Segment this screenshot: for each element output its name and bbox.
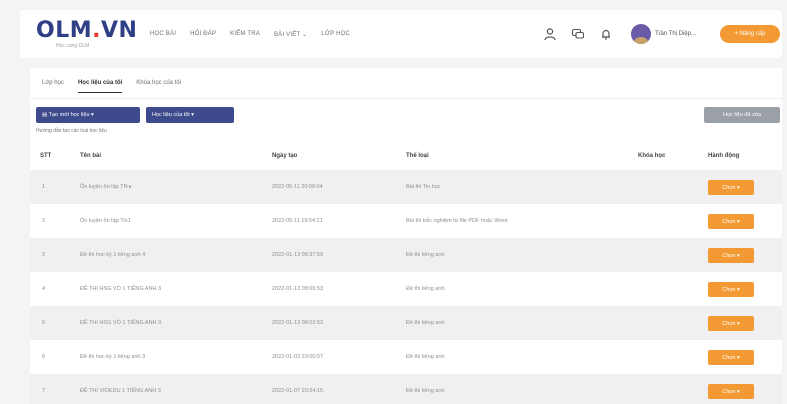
row-action-button[interactable]: Chọn ▾ (708, 350, 754, 365)
cell-stt: 3 (42, 252, 46, 258)
table-row[interactable]: 7 ĐỀ THI VIOEDU 1 TIẾNG ANH 3 2022-01-07… (30, 374, 782, 404)
col-stt: STT (40, 153, 52, 159)
user-name[interactable]: Trần Thị Diệp... (655, 31, 696, 37)
row-action-button[interactable]: Chọn ▾ (708, 384, 754, 399)
cell-stt: 5 (42, 320, 46, 326)
cell-type: Đề thi tiếng anh (406, 354, 445, 360)
tab-hoc-lieu-cua-toi[interactable]: Học liệu của tôi (77, 80, 123, 93)
nav-hoi-dap[interactable]: HỎI ĐÁP (190, 31, 216, 38)
chat-icon[interactable] (571, 27, 585, 41)
olm-logo[interactable]: OLM.VN Học cùng OLM (36, 18, 138, 50)
table-row[interactable]: 5 ĐỀ THI HSG VÒ 1 TIẾNG ANH 3 2022-01-13… (30, 306, 782, 340)
cell-name[interactable]: Ôn luyện ôn tập Tin1 (80, 218, 131, 224)
nav-lop-hoc[interactable]: LỚP HỌC (321, 31, 350, 38)
main-nav: HỌC BÀI HỎI ĐÁP KIỂM TRA BÀI VIẾT ⌄ LỚP … (150, 31, 350, 38)
row-action-button[interactable]: Chọn ▾ (708, 316, 754, 331)
cell-stt: 1 (42, 184, 46, 190)
cell-date: 2022-01-13 08:02:53 (272, 320, 324, 326)
cell-name[interactable]: ĐỀ THI HSG VÒ 1 TIẾNG ANH 3 (80, 320, 161, 326)
cell-stt: 6 (42, 354, 46, 360)
logo-text-dot: . (92, 18, 101, 43)
top-header: OLM.VN Học cùng OLM HỌC BÀI HỎI ĐÁP KIỂM… (20, 10, 782, 58)
cell-date: 2022-01-03 23:00:57 (272, 354, 324, 360)
bell-icon[interactable] (599, 27, 613, 41)
nav-kiem-tra[interactable]: KIỂM TRA (230, 31, 260, 38)
cell-stt: 2 (42, 218, 46, 224)
col-ngay-tao: Ngày tạo (272, 153, 298, 159)
table-row[interactable]: 1 Ôn luyện ôn tập TN ▸ 2022-05-11 20:08:… (30, 170, 782, 204)
row-action-button[interactable]: Chọn ▾ (708, 180, 754, 195)
cell-name[interactable]: Ôn luyện ôn tập TN ▸ (80, 184, 132, 190)
material-filter-button[interactable]: Học liệu của tôi ▾ (146, 107, 234, 123)
table-header: STT Tên bài Ngày tạo Thể loại Khóa học H… (30, 148, 782, 164)
table-row[interactable]: 3 Đề thi học kỳ 1 tiếng anh 4 2022-01-13… (30, 238, 782, 272)
upgrade-button[interactable]: + Nâng cấp (720, 25, 780, 43)
tab-bar: Lớp học Học liệu của tôi Khóa học của tô… (42, 80, 181, 93)
cell-type: Đề thi tiếng anh (406, 320, 445, 326)
col-khoa-hoc: Khóa học (638, 153, 666, 159)
cell-type: Đề thi tiếng anh (406, 388, 445, 394)
create-material-button[interactable]: ▤ Tạo mới học liệu ▾ (36, 107, 140, 123)
cell-name[interactable]: Đề thi học kỳ 1 tiếng anh 4 (80, 252, 145, 258)
nav-bai-viet[interactable]: BÀI VIẾT ⌄ (274, 31, 307, 38)
col-hanh-dong: Hành động (708, 153, 740, 159)
cell-name[interactable]: ĐỀ THI VIOEDU 1 TIẾNG ANH 3 (80, 388, 161, 394)
cell-date: 2022-01-07 20:24:15 (272, 388, 324, 394)
user-avatar[interactable] (631, 24, 651, 44)
table-row[interactable]: 4 ĐỀ THI HSG VÒ 1 TIẾNG ANH 3 2022-01-13… (30, 272, 782, 306)
deleted-materials-button[interactable]: Học liệu đã xóa (704, 107, 780, 123)
cell-stt: 4 (42, 286, 46, 292)
page: OLM.VN Học cùng OLM HỌC BÀI HỎI ĐÁP KIỂM… (0, 0, 787, 404)
logo-text-vn: VN (100, 18, 138, 43)
tab-lop-hoc[interactable]: Lớp học (42, 80, 64, 93)
col-ten-bai: Tên bài (80, 153, 102, 159)
user-icon[interactable] (543, 27, 557, 41)
content-card: Lớp học Học liệu của tôi Khóa học của tô… (30, 68, 782, 404)
row-action-button[interactable]: Chọn ▾ (708, 282, 754, 297)
cell-date: 2022-05-11 20:08:04 (272, 184, 323, 190)
cell-date: 2022-01-13 08:37:59 (272, 252, 324, 258)
row-action-button[interactable]: Chọn ▾ (708, 248, 754, 263)
table-row[interactable]: 6 Đề thi học kỳ 1 tiếng anh 3 2022-01-03… (30, 340, 782, 374)
cell-type: Đề thi tiếng anh (406, 252, 445, 258)
table-row[interactable]: 2 Ôn luyện ôn tập Tin1 2022-05-11 19:54:… (30, 204, 782, 238)
row-action-button[interactable]: Chọn ▾ (708, 214, 754, 229)
tab-khoa-hoc-cua-toi[interactable]: Khóa học của tôi (136, 80, 181, 93)
logo-text-olm: OLM (36, 18, 93, 43)
cell-name[interactable]: ĐỀ THI HSG VÒ 1 TIẾNG ANH 3 (80, 286, 161, 292)
nav-hoc-bai[interactable]: HỌC BÀI (150, 31, 176, 38)
guide-link[interactable]: Hướng dẫn tạo các loại học liệu (36, 128, 107, 134)
col-the-loai: Thể loại (406, 153, 429, 159)
cell-date: 2022-05-11 19:54:21 (272, 218, 323, 224)
cell-stt: 7 (42, 388, 46, 394)
cell-type: Đề thi tiếng anh (406, 286, 445, 292)
cell-type: Bài thi trắc nghiệm từ file PDF hoặc Wor… (406, 218, 508, 224)
cell-name[interactable]: Đề thi học kỳ 1 tiếng anh 3 (80, 354, 145, 360)
cell-date: 2022-01-13 08:06:53 (272, 286, 324, 292)
logo-tagline: Học cùng OLM (56, 43, 90, 49)
cell-type: Bài thi Tin học (406, 184, 441, 190)
tab-divider (30, 98, 782, 99)
